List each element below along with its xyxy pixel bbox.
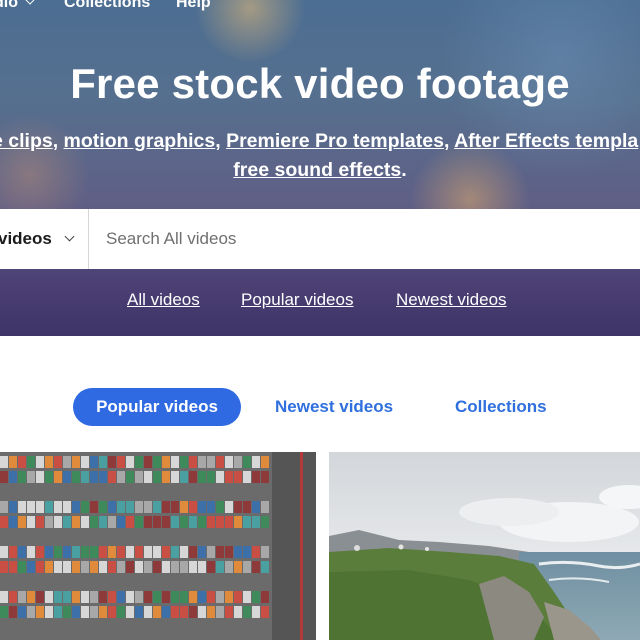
link-motion-graphics[interactable]: motion graphics [64,130,216,152]
nav-help[interactable]: Help [176,0,211,12]
nav-collections[interactable]: Collections [64,0,150,12]
chevron-down-icon [24,0,36,5]
video-tabs: Popular videos Newest videos Collections [0,388,640,426]
category-select[interactable]: videos [0,209,89,269]
container-port-image [0,452,316,640]
top-nav: dio Collections Help [0,0,640,14]
link-newest-videos[interactable]: Newest videos [396,290,507,310]
coastline-image [329,452,640,640]
separator: , [52,130,64,152]
link-after-effects-templates[interactable]: After Effects templa [454,130,638,152]
separator: , [215,130,227,152]
link-stock-clips[interactable]: e clips [0,130,53,152]
period: . [401,159,407,181]
separator: , [443,130,455,152]
nav-studio-menu[interactable]: dio [0,0,36,12]
link-premiere-pro-templates[interactable]: Premiere Pro templates [226,130,444,152]
category-label: videos [0,229,52,248]
tab-newest-videos[interactable]: Newest videos [275,388,393,426]
search-input[interactable] [90,209,640,269]
tab-collections[interactable]: Collections [455,388,547,426]
video-thumbnail-port[interactable] [0,452,316,640]
video-thumbnail-coast[interactable] [329,452,640,640]
link-all-videos[interactable]: All videos [127,290,200,310]
link-sound-effects[interactable]: free sound effects [233,159,401,181]
quick-links: All videos Popular videos Newest videos [0,290,640,314]
tab-popular-videos[interactable]: Popular videos [73,388,241,426]
link-popular-videos[interactable]: Popular videos [241,290,353,310]
search-bar: videos [0,209,640,269]
chevron-down-icon [64,231,75,242]
page-title: Free stock video footage [70,60,570,107]
hero-banner: dio Collections Help Free stock video fo… [0,0,640,336]
